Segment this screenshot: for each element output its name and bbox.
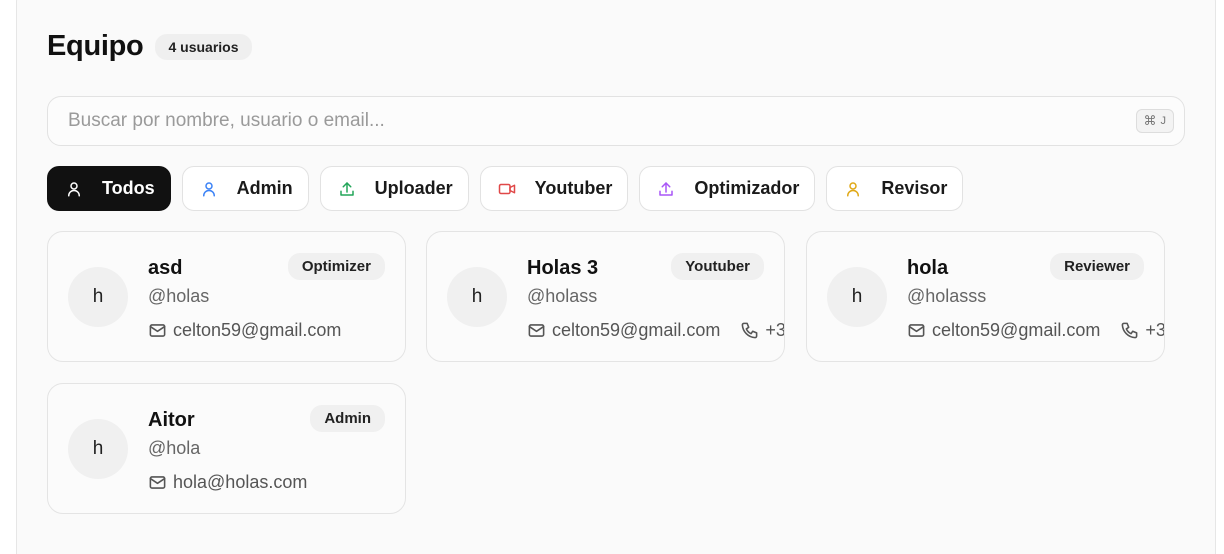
filter-youtuber[interactable]: Youtuber — [479, 166, 629, 211]
filter-label: Revisor — [881, 178, 948, 198]
user-name: asd — [148, 257, 183, 279]
phone-icon — [1120, 321, 1139, 340]
user-email: celton59@gmail.com — [932, 320, 1101, 340]
user-phone: +34635680079 — [1145, 320, 1165, 340]
user-icon — [199, 179, 219, 199]
user-count-badge: 4 usuarios — [155, 33, 252, 60]
user-handle: @holasss — [907, 286, 987, 306]
user-icon — [64, 179, 84, 199]
user-name: Aitor — [148, 409, 195, 431]
upload-icon — [656, 179, 676, 199]
filter-label: Optimizador — [694, 178, 800, 198]
user-name: Holas 3 — [527, 257, 599, 279]
contact-row: celton59@gmail.com — [148, 320, 341, 341]
user-handle: @holass — [527, 286, 598, 306]
filter-revisor[interactable]: Revisor — [826, 166, 964, 211]
filter-label: Admin — [236, 178, 293, 198]
filter-optimizador[interactable]: Optimizador — [639, 166, 816, 211]
user-card[interactable]: h Aitor @hola Admin hola@holas.com — [47, 383, 406, 514]
role-badge: Optimizer — [287, 253, 385, 280]
avatar: h — [827, 267, 887, 327]
role-badge: Youtuber — [671, 253, 764, 280]
filter-todos[interactable]: Todos — [47, 166, 171, 211]
filter-uploader[interactable]: Uploader — [319, 166, 469, 211]
avatar: h — [447, 267, 507, 327]
shortcut-key: J — [1160, 115, 1167, 127]
user-handle: @hola — [148, 438, 201, 458]
search-input[interactable] — [48, 97, 1184, 145]
user-name: hola — [907, 257, 949, 279]
filter-label: Todos — [102, 178, 155, 198]
phone-item: +34635680079 — [740, 320, 785, 341]
filter-label: Uploader — [374, 178, 453, 198]
mail-icon — [527, 321, 546, 340]
mail-icon — [907, 321, 926, 340]
page-title: Equipo — [47, 30, 144, 62]
user-phone: +34635680079 — [765, 320, 785, 340]
phone-icon — [740, 321, 759, 340]
header: Equipo 4 usuarios — [47, 30, 252, 63]
role-badge: Reviewer — [1050, 253, 1144, 280]
user-icon — [843, 179, 863, 199]
user-card[interactable]: h hola @holasss Reviewer celton59@gmail.… — [806, 231, 1165, 362]
contact-row: hola@holas.com — [148, 472, 307, 493]
avatar: h — [68, 419, 128, 479]
role-badge: Admin — [310, 405, 385, 432]
search-box: ⌘ J — [47, 96, 1185, 146]
mail-icon — [148, 473, 167, 492]
mail-icon — [148, 321, 167, 340]
filter-admin[interactable]: Admin — [181, 166, 309, 211]
role-filters: Todos Admin Uploader Youtuber Optimizado… — [47, 166, 964, 211]
user-email: celton59@gmail.com — [552, 320, 721, 340]
contact-row: celton59@gmail.com +34635680079 — [907, 320, 1165, 341]
avatar: h — [68, 267, 128, 327]
shortcut-hint: ⌘ J — [1135, 109, 1174, 133]
user-card[interactable]: h Holas 3 @holass Youtuber celton59@gmai… — [426, 231, 785, 362]
user-email: celton59@gmail.com — [173, 320, 342, 340]
user-handle: @holas — [148, 286, 210, 306]
filter-label: Youtuber — [534, 178, 613, 198]
command-key-icon: ⌘ — [1143, 113, 1157, 128]
contact-row: celton59@gmail.com +34635680079 — [527, 320, 785, 341]
phone-item: +34635680079 — [1120, 320, 1165, 341]
user-card[interactable]: h asd @holas Optimizer celton59@gmail.co… — [47, 231, 406, 362]
upload-icon — [337, 179, 357, 199]
video-icon — [497, 179, 517, 199]
user-email: hola@holas.com — [173, 472, 308, 492]
